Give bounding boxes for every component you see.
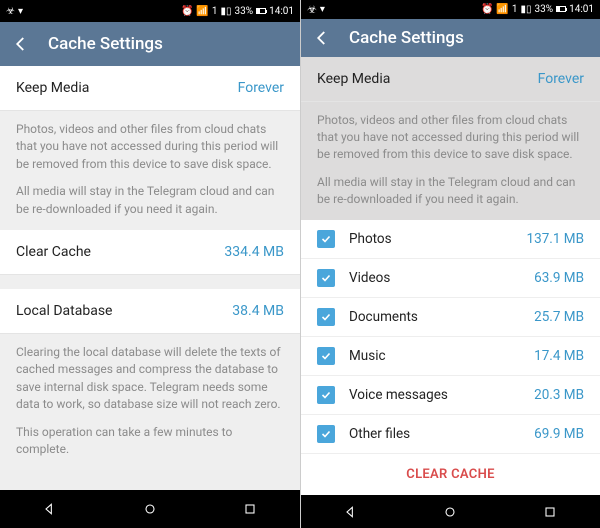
keep-media-row: Keep Media Forever [301, 57, 600, 102]
cache-item-size: 137.1 MB [527, 231, 584, 247]
cache-item-label: Photos [349, 231, 527, 247]
cache-item-size: 17.4 MB [534, 348, 584, 364]
android-navbar [301, 495, 600, 528]
screen-right: ☣ ▾ ⏰ 📶 1 ▮▯ 33% 14:01 Cache Settings Ke… [300, 0, 600, 528]
cache-item-size: 25.7 MB [534, 309, 584, 325]
nav-recents-button[interactable] [520, 497, 580, 527]
keep-media-desc: Photos, videos and other files from clou… [301, 102, 600, 221]
cache-item-size: 69.9 MB [534, 426, 584, 442]
checkbox-icon[interactable] [317, 269, 335, 287]
alarm-icon: ⏰ [181, 6, 193, 17]
download-icon: ▾ [320, 4, 325, 15]
battery-pct: 33% [235, 6, 254, 17]
local-db-desc: Clearing the local database will delete … [0, 334, 300, 470]
battery-icon [256, 8, 266, 14]
clock-text: 14:01 [569, 4, 594, 15]
sim-icon: 1 [212, 6, 218, 17]
dbdesc-line1: Clearing the local database will delete … [16, 344, 284, 414]
checkbox-icon[interactable] [317, 425, 335, 443]
app-header: Cache Settings [0, 22, 300, 66]
keep-media-value: Forever [238, 80, 284, 96]
cache-item-row[interactable]: Voice messages20.3 MB [301, 376, 600, 415]
cache-item-label: Voice messages [349, 387, 534, 403]
nav-back-button[interactable] [20, 494, 80, 524]
cache-item-label: Other files [349, 426, 534, 442]
desc-line2: All media will stay in the Telegram clou… [16, 183, 284, 218]
alarm-icon: ⏰ [481, 4, 493, 15]
battery-pct: 33% [535, 4, 554, 15]
nav-home-button[interactable] [120, 494, 180, 524]
dbdesc-line2: This operation can take a few minutes to… [16, 424, 284, 459]
signal-icon: ▮▯ [221, 6, 232, 17]
keep-media-label: Keep Media [317, 71, 390, 87]
desc-line2: All media will stay in the Telegram clou… [317, 174, 584, 209]
keep-media-row[interactable]: Keep Media Forever [0, 66, 300, 111]
checkbox-icon[interactable] [317, 386, 335, 404]
battery-icon [556, 6, 566, 12]
desc-line1: Photos, videos and other files from clou… [317, 112, 584, 164]
cache-item-label: Music [349, 348, 534, 364]
clock-text: 14:01 [269, 6, 294, 17]
nav-back-button[interactable] [321, 497, 381, 527]
biohazard-icon: ☣ [307, 3, 317, 16]
local-database-row[interactable]: Local Database 38.4 MB [0, 289, 300, 334]
signal-icon: ▮▯ [521, 4, 532, 15]
header-title: Cache Settings [349, 28, 464, 48]
checkbox-icon[interactable] [317, 230, 335, 248]
back-icon[interactable] [12, 35, 30, 53]
nav-recents-button[interactable] [220, 494, 280, 524]
dimmed-background: Keep Media Forever Photos, videos and ot… [301, 57, 600, 221]
sim-icon: 1 [512, 4, 518, 15]
local-db-label: Local Database [16, 303, 112, 319]
cache-item-row[interactable]: Videos63.9 MB [301, 259, 600, 298]
keep-media-value: Forever [538, 71, 584, 87]
checkbox-icon[interactable] [317, 308, 335, 326]
download-icon: ▾ [18, 6, 23, 17]
cache-item-row[interactable]: Other files69.9 MB [301, 415, 600, 454]
wifi-icon: 📶 [496, 4, 508, 15]
header-title: Cache Settings [48, 34, 163, 54]
keep-media-desc: Photos, videos and other files from clou… [0, 111, 300, 230]
cache-item-row[interactable]: Photos137.1 MB [301, 220, 600, 259]
local-db-value: 38.4 MB [232, 303, 284, 319]
wifi-icon: 📶 [196, 6, 208, 17]
cache-item-label: Videos [349, 270, 534, 286]
clear-cache-label: Clear Cache [16, 244, 91, 260]
status-bar: ☣ ▾ ⏰ 📶 1 ▮▯ 33% 14:01 [301, 0, 600, 19]
screen-left: ☣ ▾ ⏰ 📶 1 ▮▯ 33% 14:01 Cache Settings Ke… [0, 0, 300, 528]
cache-item-label: Documents [349, 309, 534, 325]
app-header: Cache Settings [301, 19, 600, 57]
desc-line1: Photos, videos and other files from clou… [16, 121, 284, 173]
android-navbar [0, 490, 300, 528]
section-spacer [0, 275, 300, 289]
cache-item-size: 20.3 MB [534, 387, 584, 403]
biohazard-icon: ☣ [6, 6, 15, 17]
cache-type-list: Photos137.1 MBVideos63.9 MBDocuments25.7… [301, 220, 600, 454]
nav-home-button[interactable] [420, 497, 480, 527]
cache-item-size: 63.9 MB [534, 270, 584, 286]
clear-cache-button[interactable]: CLEAR CACHE [301, 454, 600, 495]
checkbox-icon[interactable] [317, 347, 335, 365]
status-bar: ☣ ▾ ⏰ 📶 1 ▮▯ 33% 14:01 [0, 0, 300, 22]
clear-cache-value: 334.4 MB [224, 244, 284, 260]
cache-item-row[interactable]: Documents25.7 MB [301, 298, 600, 337]
keep-media-label: Keep Media [16, 80, 89, 96]
cache-item-row[interactable]: Music17.4 MB [301, 337, 600, 376]
clear-cache-row[interactable]: Clear Cache 334.4 MB [0, 230, 300, 275]
back-icon[interactable] [313, 29, 331, 47]
